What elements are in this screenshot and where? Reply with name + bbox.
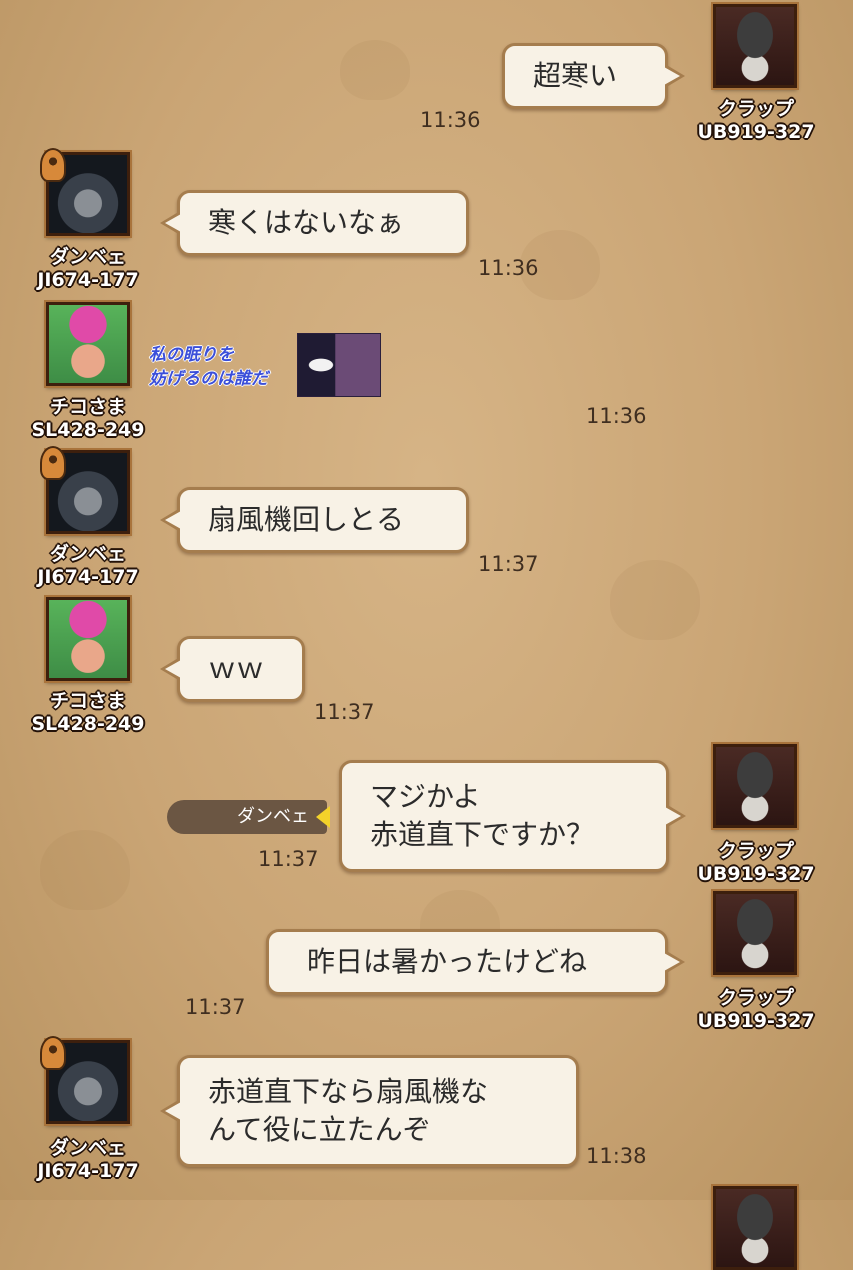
background-pattern [340,40,410,100]
message-bubble[interactable]: 扇風機回しとる [160,487,469,553]
player-name: クラップ [717,840,794,862]
timestamp: 11:37 [258,847,319,871]
player-id: JI674-177 [37,269,139,291]
timestamp: 11:37 [478,552,539,576]
message-bubble[interactable]: マジかよ 赤道直下ですか？ [339,760,686,872]
timestamp: 11:36 [478,256,539,280]
player-id: JI674-177 [37,1160,139,1182]
timestamp: 11:36 [420,108,481,132]
timestamp: 11:37 [314,700,375,724]
timestamp: 11:36 [586,404,647,428]
message-bubble[interactable]: ｗｗ [160,636,305,702]
player-name: チコさま [49,396,126,418]
lock-badge-icon [40,446,66,480]
player-id: UB919-327 [697,121,815,143]
timestamp: 11:37 [185,995,246,1019]
player-id: UB919-327 [697,863,815,885]
message-bubble[interactable]: 昨日は暑かったけどね [266,929,685,995]
stamp-image [297,333,381,397]
player-id: JI674-177 [37,566,139,588]
player-id: SL428-249 [31,419,145,441]
player-name: ダンベェ [49,543,126,565]
lock-badge-icon [40,1036,66,1070]
yellow-triangle-icon [316,806,330,828]
message-bubble[interactable]: 超寒い [502,43,685,109]
player-name: クラップ [717,987,794,1009]
lock-badge-icon [40,148,66,182]
player-name: チコさま [49,690,126,712]
player-id: SL428-249 [31,713,145,735]
player-name: ダンベェ [49,1137,126,1159]
player-name: クラップ [717,98,794,120]
avatar[interactable] [713,744,797,828]
avatar[interactable] [713,891,797,975]
message-bubble[interactable]: 赤道直下なら扇風機な んて役に立たんぞ [160,1055,579,1167]
reply-tag[interactable]: ダンベェ [167,800,327,834]
player-id: UB919-327 [697,1010,815,1032]
player-name: ダンベェ [49,246,126,268]
avatar[interactable] [46,302,130,386]
timestamp: 11:38 [586,1144,647,1168]
background-pattern [610,560,700,640]
avatar[interactable] [46,597,130,681]
background-pattern [40,830,130,910]
message-bubble[interactable]: 寒くはないなぁ [160,190,469,256]
stamp-caption: 私の眠りを 妨げるのは誰だ [149,345,268,389]
sticker-stamp[interactable]: 私の眠りを 妨げるのは誰だ [145,333,385,397]
avatar[interactable] [713,4,797,88]
avatar[interactable] [713,1186,797,1270]
